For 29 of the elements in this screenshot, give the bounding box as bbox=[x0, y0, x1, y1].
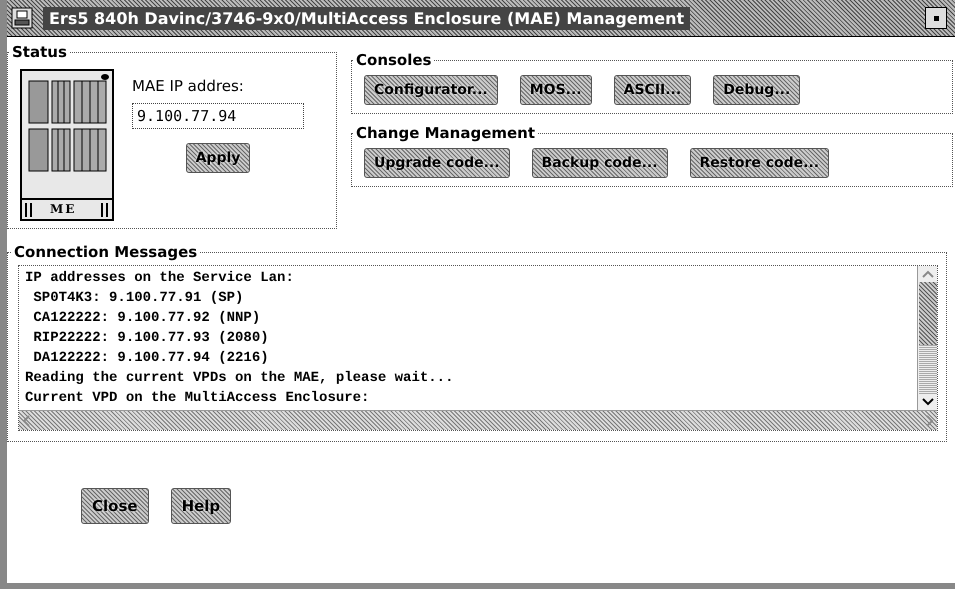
message-line: IP addresses on the Service Lan: bbox=[25, 269, 295, 288]
console-button[interactable]: MOS... bbox=[520, 75, 592, 105]
console-button[interactable]: ASCII... bbox=[614, 75, 692, 105]
ip-address-field[interactable]: 9.100.77.94 bbox=[132, 103, 304, 129]
device-label: ME bbox=[50, 202, 76, 216]
console-button[interactable]: Configurator... bbox=[364, 75, 498, 105]
code-button[interactable]: Backup code... bbox=[532, 148, 668, 178]
computer-icon[interactable] bbox=[11, 7, 33, 29]
minimize-button[interactable] bbox=[925, 7, 947, 29]
ip-address-label: MAE IP addres: bbox=[132, 77, 245, 95]
message-line: CA122222: 9.100.77.92 (NNP) bbox=[32, 309, 262, 328]
group-title: Status bbox=[11, 43, 68, 61]
horizontal-scrollbar[interactable] bbox=[19, 410, 937, 430]
message-line: Current VPD on the MultiAccess Enclosure: bbox=[25, 389, 370, 408]
message-line: DA122222: 9.100.77.94 (2216) bbox=[32, 349, 270, 368]
group-title: Consoles bbox=[355, 51, 432, 69]
console-button[interactable]: Debug... bbox=[713, 75, 800, 105]
code-button[interactable]: Restore code... bbox=[690, 148, 830, 178]
group-title: Connection Messages bbox=[13, 243, 198, 261]
message-line: Reading the current VPDs on the MAE, please wait... bbox=[25, 369, 454, 388]
dialog-button[interactable]: Close bbox=[81, 488, 149, 524]
apply-button[interactable]: Apply bbox=[186, 143, 250, 173]
message-line: RIP22222: 9.100.77.93 (2080) bbox=[32, 329, 270, 348]
message-line: SP0T4K3: 9.100.77.91 (SP) bbox=[32, 289, 244, 308]
dialog-button[interactable]: Help bbox=[170, 488, 232, 524]
window-title: Ers5 840h Davinc/3746-9x0/MultiAccess Enclosure (MAE) Management bbox=[43, 6, 690, 30]
vertical-scrollbar[interactable] bbox=[917, 266, 937, 410]
code-button[interactable]: Upgrade code... bbox=[364, 148, 510, 178]
group-title: Change Management bbox=[355, 124, 536, 142]
